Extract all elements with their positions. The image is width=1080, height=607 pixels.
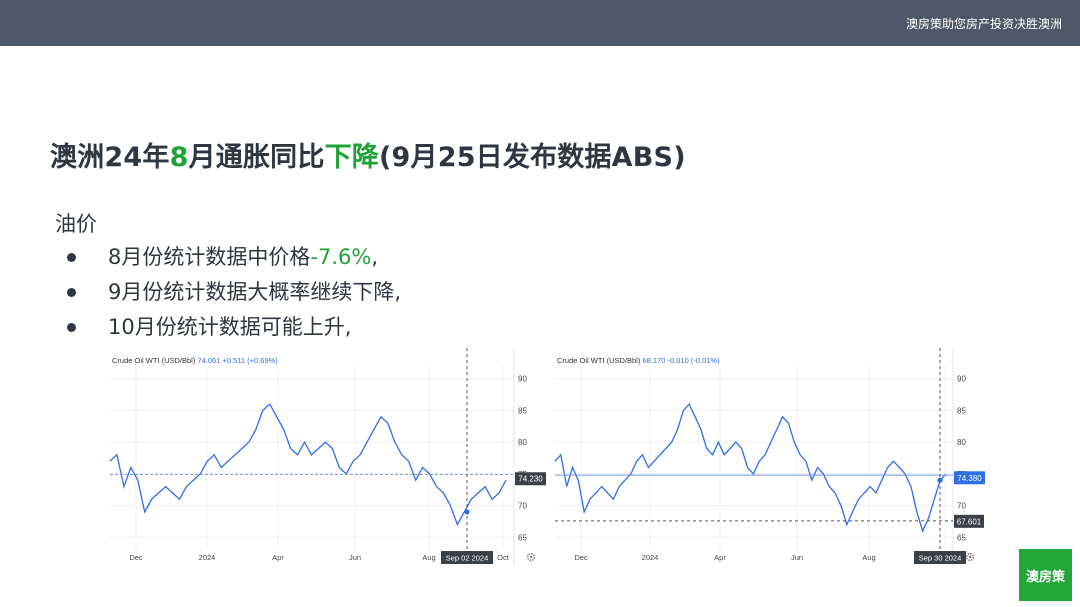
top-banner: 澳房策助您房产投资决胜澳洲 bbox=[0, 0, 1080, 46]
title-part1: 澳洲24年 bbox=[50, 142, 170, 173]
chart-svg: Crude Oil WTI (USD/Bbl) 74.061 +0.511 (+… bbox=[109, 348, 546, 566]
y-tick-label: 90 bbox=[957, 375, 966, 384]
x-tick-label: Jun bbox=[791, 553, 803, 562]
cursor-value-label: 67.601 bbox=[957, 517, 982, 526]
y-tick-label: 65 bbox=[957, 533, 966, 542]
chart-header: Crude Oil WTI (USD/Bbl) 68.170 -0.010 (-… bbox=[557, 356, 720, 365]
chart-last-value: 74.061 bbox=[197, 356, 222, 365]
gear-icon[interactable] bbox=[527, 553, 535, 561]
section-heading: 油价 bbox=[55, 212, 97, 236]
bullet-item: 9月份统计数据大概率继续下降, bbox=[66, 275, 401, 310]
bullet-item: 8月份统计数据中价格-7.6%, bbox=[66, 240, 401, 275]
x-tick-label: Aug bbox=[862, 553, 875, 562]
price-series-line bbox=[554, 402, 947, 533]
crosshair-date-label: Sep 30 2024 bbox=[919, 554, 962, 563]
x-tick-label: Dec bbox=[574, 553, 588, 562]
chart-change: -0.010 (-0.01%) bbox=[667, 356, 720, 365]
title-highlight-month: 8 bbox=[169, 142, 189, 173]
x-tick-label: Oct bbox=[497, 553, 510, 562]
gear-icon-hub bbox=[968, 555, 972, 559]
y-tick-label: 70 bbox=[518, 502, 527, 511]
y-tick-label: 70 bbox=[957, 502, 966, 511]
bullet-text: 9月份统计数据大概率继续下降, bbox=[108, 280, 402, 304]
x-tick-label: Dec bbox=[129, 553, 143, 562]
brand-logo: 澳房策 bbox=[1019, 549, 1072, 601]
price-tag-label: 74.380 bbox=[957, 474, 982, 483]
bullet-list: 8月份统计数据中价格-7.6%, 9月份统计数据大概率继续下降, 10月份统计数… bbox=[66, 240, 401, 345]
y-tick-label: 85 bbox=[957, 406, 966, 415]
gear-icon[interactable] bbox=[966, 553, 974, 561]
chart-title: Crude Oil WTI (USD/Bbl) bbox=[557, 356, 642, 365]
y-tick-label: 80 bbox=[518, 438, 527, 447]
crosshair-point bbox=[937, 477, 943, 483]
x-tick-label: Apr bbox=[714, 553, 726, 562]
x-tick-label: Jun bbox=[349, 553, 361, 562]
title-part2: 月通胀同比 bbox=[188, 142, 325, 173]
y-tick-label: 90 bbox=[518, 375, 527, 384]
chart-header: Crude Oil WTI (USD/Bbl) 74.061 +0.511 (+… bbox=[112, 356, 278, 365]
price-tag-label: 74.230 bbox=[518, 475, 543, 484]
chart-title: Crude Oil WTI (USD/Bbl) bbox=[112, 356, 197, 365]
bullet-item: 10月份统计数据可能上升, bbox=[66, 310, 401, 345]
crosshair-point bbox=[464, 509, 470, 515]
bullet-text: 8月份统计数据中价格 bbox=[108, 245, 311, 269]
price-series-line bbox=[109, 403, 507, 527]
bullet-highlight: -7.6% bbox=[310, 245, 372, 269]
oil-price-chart-left[interactable]: Crude Oil WTI (USD/Bbl) 74.061 +0.511 (+… bbox=[108, 348, 546, 566]
x-tick-label: Aug bbox=[422, 553, 435, 562]
bullet-text: 10月份统计数据可能上升, bbox=[108, 315, 352, 339]
page-title: 澳洲24年8月通胀同比下降(9月25日发布数据ABS) bbox=[50, 135, 686, 174]
x-tick-label: 2024 bbox=[642, 553, 659, 562]
oil-price-chart-right[interactable]: 67.601 Crude Oil WTI (USD/Bbl) 68.170 -0.… bbox=[553, 348, 985, 566]
chart-change: +0.511 (+0.69%) bbox=[222, 356, 278, 365]
chart-last-value: 68.170 bbox=[642, 356, 667, 365]
gear-icon-hub bbox=[529, 555, 533, 559]
x-tick-label: Apr bbox=[272, 553, 284, 562]
title-highlight-decline: 下降 bbox=[324, 142, 379, 173]
header-tagline: 澳房策助您房产投资决胜澳洲 bbox=[905, 17, 1062, 31]
title-part3: (9月25日发布数据ABS) bbox=[378, 142, 686, 173]
y-tick-label: 85 bbox=[518, 406, 527, 415]
chart-svg: 67.601 Crude Oil WTI (USD/Bbl) 68.170 -0.… bbox=[554, 348, 985, 566]
crosshair-date-label: Sep 02 2024 bbox=[446, 554, 489, 563]
bullet-tail: , bbox=[371, 245, 378, 269]
y-tick-label: 80 bbox=[957, 438, 966, 447]
x-tick-label: 2024 bbox=[199, 553, 216, 562]
y-tick-label: 65 bbox=[518, 533, 527, 542]
